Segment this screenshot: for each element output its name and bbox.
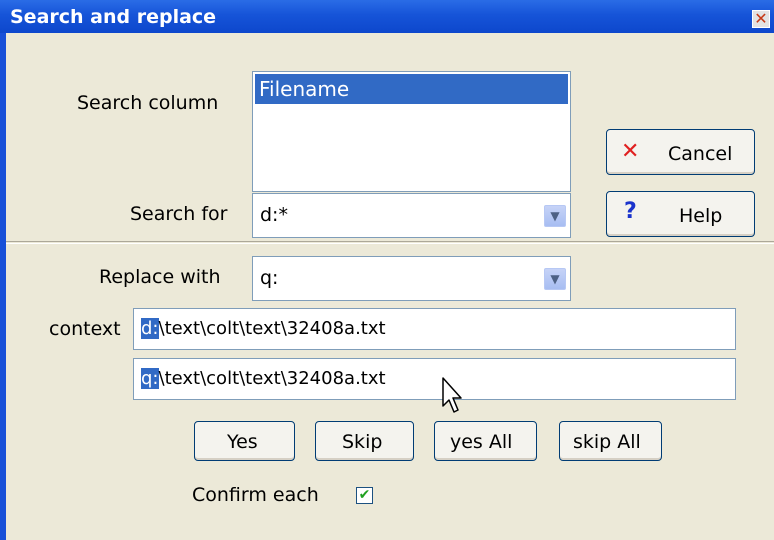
chevron-down-icon[interactable]: ▼ [544,205,566,227]
replace-with-label: Replace with [99,266,221,288]
divider [6,241,774,244]
yes-all-button[interactable]: yes All [434,421,537,461]
yes-button[interactable]: Yes [194,421,295,461]
close-button[interactable]: ✕ [752,10,770,28]
search-column-list[interactable]: Filename [252,71,571,192]
x-icon: ✕ [621,139,640,164]
search-for-value: d:* [260,204,288,226]
context-replaced-text: \text\colt\text\32408a.txt [158,368,386,389]
search-for-combo[interactable]: d:* ▼ [252,193,571,238]
context-replaced-selection: q: [141,368,159,389]
context-original-field[interactable]: d:\text\colt\text\32408a.txt [133,308,736,350]
check-icon: ✔ [358,487,371,503]
cancel-button[interactable]: ✕ Cancel [606,129,755,175]
context-replaced-field[interactable]: q:\text\colt\text\32408a.txt [133,358,736,400]
cancel-label: Cancel [668,143,733,165]
skip-all-label: skip All [573,431,641,453]
search-column-label: Search column [77,92,219,114]
title-bar[interactable]: Search and replace ✕ [0,0,774,33]
skip-label: Skip [342,431,383,453]
context-label: context [49,318,121,340]
help-label: Help [679,205,723,227]
context-original-text: \text\colt\text\32408a.txt [158,318,386,339]
yes-label: Yes [227,431,258,453]
replace-with-combo[interactable]: q: ▼ [252,256,571,301]
replace-with-value: q: [260,267,279,289]
confirm-each-label: Confirm each [192,484,319,506]
dialog-title: Search and replace [10,6,217,28]
chevron-down-icon[interactable]: ▼ [544,268,566,290]
question-icon: ? [624,199,637,224]
close-icon: ✕ [754,9,768,28]
context-original-selection: d: [141,318,159,339]
skip-button[interactable]: Skip [315,421,414,461]
yes-all-label: yes All [450,431,513,453]
window-border [0,33,6,540]
mouse-pointer-icon [442,377,462,413]
search-for-label: Search for [130,203,228,225]
confirm-each-checkbox[interactable]: ✔ [356,487,373,504]
help-button[interactable]: ? Help [606,191,755,237]
list-item[interactable]: Filename [255,74,568,104]
skip-all-button[interactable]: skip All [559,421,662,461]
